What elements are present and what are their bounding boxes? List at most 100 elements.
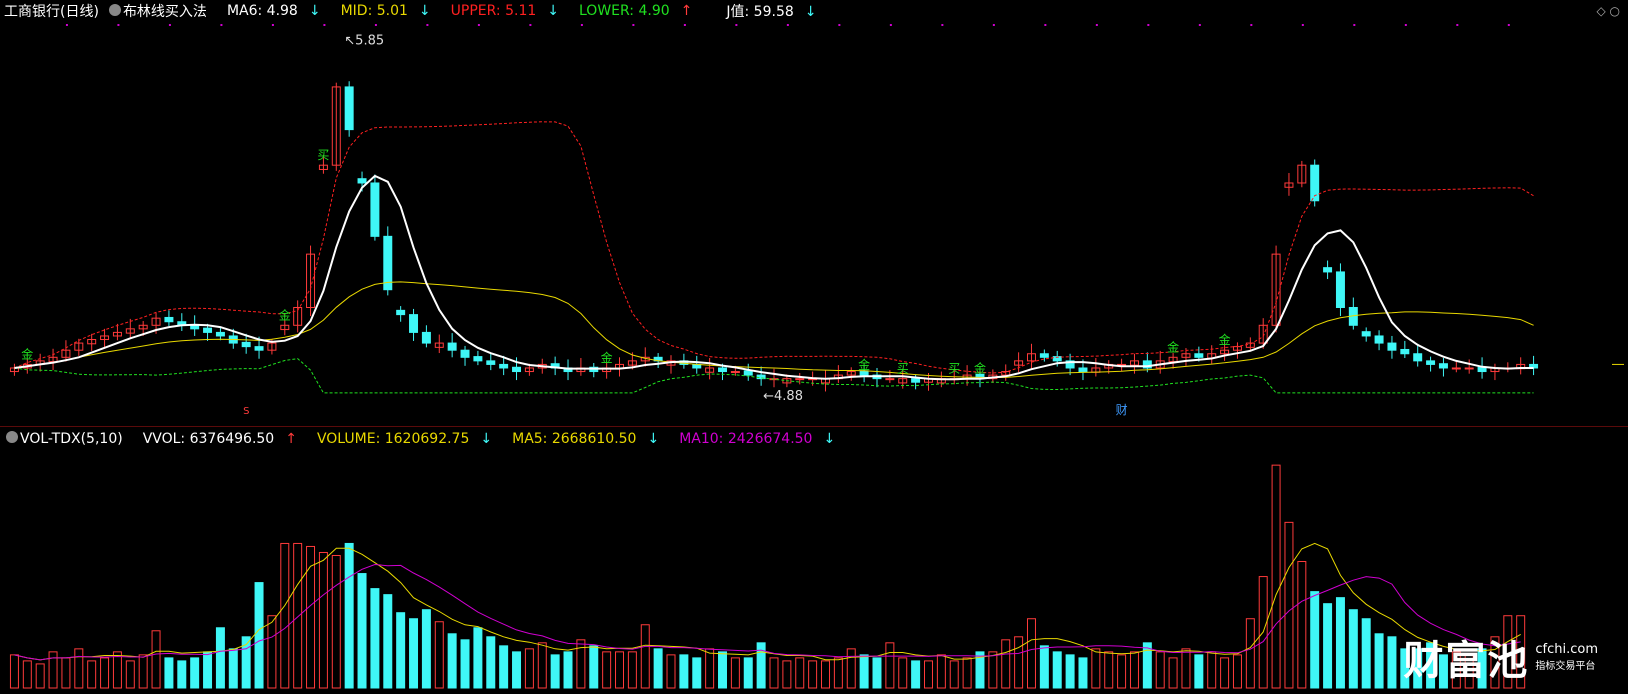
volume-bar (1335, 597, 1345, 689)
volume-bar (486, 636, 496, 689)
cai-signal-marker: 财 (1116, 403, 1128, 417)
candle-body (1451, 367, 1461, 370)
candle-body (383, 235, 393, 291)
volume-bar (1104, 651, 1114, 689)
volume-bar (782, 660, 792, 689)
volume-bar (473, 627, 483, 689)
volume-bar (1194, 654, 1204, 689)
lower-value: LOWER: 4.90 ↑ (579, 3, 702, 19)
candle-body (1438, 363, 1448, 369)
indicator-label: 布林线买入法 (122, 4, 207, 20)
vol-ma10-line (14, 563, 1521, 661)
mid-band-line (14, 281, 1534, 379)
volume-bar (1014, 636, 1024, 689)
volume-bar (898, 657, 908, 689)
volume-bar (769, 657, 779, 689)
volume-bar (100, 657, 110, 689)
volume-bar (434, 621, 444, 689)
mid-label: MID: 5.01 (340, 3, 408, 19)
top-dot-marker (683, 24, 686, 26)
volume-bar (318, 551, 328, 689)
volume-bar (730, 657, 740, 689)
volume-bar (1207, 651, 1217, 689)
volume-bar (615, 651, 625, 689)
top-dot-marker (117, 24, 120, 26)
top-dot-marker (992, 24, 995, 26)
volume-bar (344, 542, 354, 689)
upper-arrow-icon: ↓ (547, 3, 559, 19)
candle-body (743, 370, 753, 376)
vol-name[interactable]: VOL-TDX(5,10) (6, 431, 133, 447)
volume-bar (267, 615, 277, 689)
indicator-name[interactable]: 布林线买入法 (108, 1, 217, 21)
price-chart[interactable]: ↖5.85←4.88金金买金金买买金金金S 财 (0, 22, 1628, 426)
watermark: 财富池 cfchi.com 指标交易平台 (1403, 628, 1598, 686)
volume-chart[interactable] (0, 450, 1628, 694)
volume-bar (1168, 657, 1178, 689)
volume-bar (808, 660, 818, 689)
candle-body (241, 341, 251, 348)
stock-title[interactable]: 工商银行(日线) (4, 1, 99, 21)
volume-bar (872, 657, 882, 689)
candle-body (409, 314, 419, 333)
panel-toggle-icon[interactable]: ◇ ○ (1596, 4, 1620, 18)
volume-bar (821, 660, 830, 689)
top-dot-marker (323, 24, 326, 26)
volume-bar (885, 642, 895, 689)
vol-settings-icon[interactable] (6, 431, 18, 443)
candle-body (795, 378, 805, 381)
top-dot-marker (1301, 24, 1304, 26)
signal-marker: 买 (948, 362, 960, 376)
volume-bar (833, 657, 843, 689)
volume-bar (370, 588, 380, 689)
candle-body (254, 346, 264, 351)
candle-body (164, 316, 174, 323)
ma6-label: MA6: 4.98 (226, 3, 298, 19)
volume-bar (640, 624, 650, 689)
ma5-value: MA5: 2668610.50 ↓ (512, 431, 669, 447)
candle-body (1426, 360, 1436, 365)
top-dot-marker (1250, 24, 1253, 26)
top-dot-marker (1404, 24, 1407, 26)
volume-bar (795, 657, 805, 689)
j-label: J值: 59.58 (726, 4, 794, 20)
top-dot-marker (1198, 24, 1201, 26)
top-dot-marker (1353, 24, 1356, 26)
candle-body (718, 367, 727, 373)
vol-ma5-label: MA5: 2668610.50 (512, 431, 637, 447)
candle-body (473, 356, 483, 362)
candle-body (499, 363, 509, 369)
candle-body (215, 331, 225, 337)
volume-bar (228, 648, 238, 689)
volume-bar (112, 651, 122, 689)
volume-bar (1026, 618, 1036, 689)
volume-bar (306, 545, 316, 689)
upper-band-line (14, 121, 1534, 374)
mid-arrow-icon: ↓ (418, 3, 431, 19)
indicator-settings-icon[interactable] (108, 4, 121, 16)
candle-body (447, 342, 457, 351)
volume-bar (550, 654, 560, 689)
volume-bar (357, 573, 367, 689)
candle-body (512, 366, 522, 373)
candle-body (1361, 331, 1371, 337)
j-arrow-icon: ↓ (804, 4, 817, 20)
volume-bar (125, 660, 135, 689)
volume-bar (22, 660, 32, 689)
volume-bar (1284, 521, 1294, 689)
volume-label: VOLUME: 1620692.75 (316, 431, 470, 447)
candle-body (1387, 342, 1397, 351)
panel-divider[interactable] (0, 426, 1628, 427)
volume-bar (602, 651, 612, 689)
mid-value: MID: 5.01 ↓ (341, 3, 441, 19)
ma6-line (14, 174, 1534, 381)
ma10-arrow-icon: ↓ (823, 431, 836, 447)
candle-body (1413, 353, 1423, 362)
volume-bar (1310, 591, 1320, 689)
volume-bar (537, 642, 547, 689)
ma6-arrow-icon: ↓ (308, 3, 321, 19)
volume-bar (61, 657, 71, 689)
candle-body (1335, 271, 1345, 309)
high-price-label: ↖5.85 (344, 34, 384, 49)
volume-bar (48, 651, 58, 689)
